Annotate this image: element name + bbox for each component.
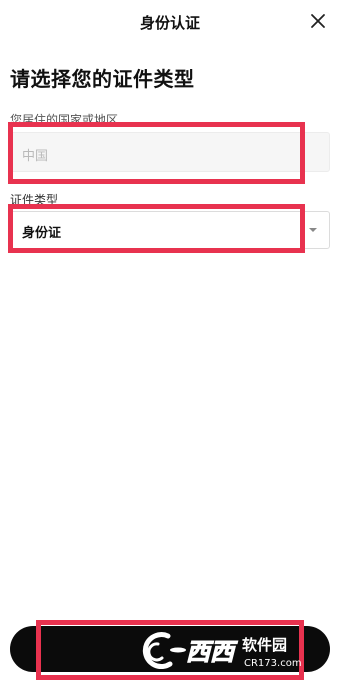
- watermark-logo: 西西 软件园 CR173.com: [142, 632, 302, 670]
- nav-bar: 身份认证: [0, 0, 340, 44]
- country-value: 中国: [22, 149, 49, 164]
- country-label: 您居住的国家或地区: [10, 113, 119, 127]
- watermark-brand: 西西: [186, 638, 238, 666]
- id-type-value: 身份证: [22, 226, 62, 241]
- close-icon[interactable]: [306, 9, 330, 33]
- country-field: 中国: [10, 132, 330, 172]
- chevron-down-icon[interactable]: [309, 228, 317, 232]
- watermark-name: 软件园: [242, 636, 287, 654]
- watermark-domain: CR173.com: [244, 658, 302, 669]
- page-title: 请选择您的证件类型: [10, 67, 195, 91]
- page-header-title: 身份认证: [139, 14, 200, 32]
- id-type-label: 证件类型: [10, 193, 59, 207]
- id-type-select[interactable]: 身份证: [10, 211, 330, 249]
